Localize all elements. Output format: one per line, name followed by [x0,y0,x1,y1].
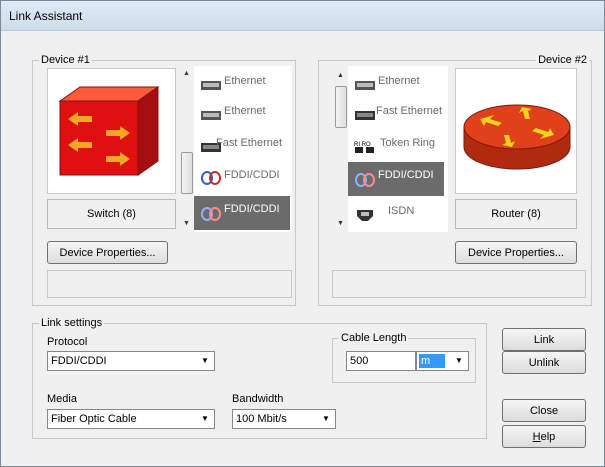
fddi-port-icon [355,173,375,187]
device2-port-item-selected[interactable]: FDDI/CDDI [348,162,444,196]
scroll-thumb[interactable] [335,86,347,128]
device1-image-pane [47,68,176,194]
chevron-down-icon[interactable]: ▼ [451,353,467,369]
fddi-port-icon [201,207,221,221]
link-assistant-window: Link Assistant Device #1 Switch (8) Devi… [0,0,605,467]
cable-unit-select[interactable]: m ▼ [416,351,469,371]
chevron-down-icon[interactable]: ▼ [197,353,213,369]
device2-port-item[interactable]: Fast Ethernet [348,98,444,130]
link-button[interactable]: Link [502,328,586,351]
device1-name: Switch (8) [47,199,176,229]
unlink-button[interactable]: Unlink [502,351,586,374]
device2-image-pane [455,68,577,194]
scroll-down-icon[interactable]: ▼ [183,220,190,227]
device1-status-box [47,270,292,298]
device2-name: Router (8) [455,199,577,229]
device2-port-list[interactable]: ▲ ▼ Ethernet Fast Ethernet RI RO Token R… [334,66,448,232]
token-ring-port-icon: RI RO [354,142,374,153]
device1-port-item[interactable]: Ethernet [194,98,290,130]
device1-legend: Device #1 [39,54,92,66]
device1-port-scrollbar[interactable]: ▲ ▼ [180,66,194,232]
device1-port-item[interactable]: FDDI/CDDI [194,162,290,194]
device2-port-item[interactable]: ISDN [348,198,444,230]
scroll-thumb[interactable] [181,152,193,194]
chevron-down-icon[interactable]: ▼ [318,411,334,427]
scroll-down-icon[interactable]: ▼ [337,220,344,227]
device1-properties-button[interactable]: Device Properties... [47,241,168,264]
scroll-up-icon[interactable]: ▲ [337,72,344,79]
ethernet-port-icon [201,81,221,90]
media-label: Media [47,393,77,405]
device2-status-box [332,270,586,298]
device2-port-item[interactable]: Ethernet [348,68,444,100]
cable-length-legend: Cable Length [339,332,409,344]
bandwidth-label: Bandwidth [232,393,284,405]
ethernet-port-icon [201,111,221,120]
device1-port-item[interactable]: Fast Ethernet [194,130,290,162]
protocol-select[interactable]: FDDI/CDDI ▼ [47,351,215,371]
protocol-label: Protocol [47,336,88,348]
device1-port-list[interactable]: ▲ ▼ Ethernet Ethernet Fast Ethernet FDDI… [180,66,292,232]
device2-legend: Device #2 [536,54,589,66]
scroll-up-icon[interactable]: ▲ [183,70,190,77]
title-bar: Link Assistant [1,1,604,31]
device1-port-item[interactable]: Ethernet [194,68,290,100]
bandwidth-select[interactable]: 100 Mbit/s ▼ [232,409,336,429]
close-button[interactable]: Close [502,399,586,422]
link-settings-legend: Link settings [39,317,105,329]
router-icon [463,104,571,170]
fast-ethernet-port-icon [355,111,375,120]
isdn-port-icon [357,210,373,221]
device2-port-item[interactable]: RI RO Token Ring [348,130,444,162]
switch-icon [58,86,160,176]
cable-unit-value: m [419,354,445,368]
media-select[interactable]: Fiber Optic Cable ▼ [47,409,215,429]
window-title: Link Assistant [9,9,83,23]
chevron-down-icon[interactable]: ▼ [197,411,213,427]
device2-port-scrollbar[interactable]: ▲ ▼ [334,66,348,232]
ethernet-port-icon [355,81,375,90]
device1-port-item-selected[interactable]: FDDI/CDDI [194,196,290,230]
fddi-port-icon [201,171,221,185]
device2-properties-button[interactable]: Device Properties... [455,241,577,264]
help-button[interactable]: Help [502,425,586,448]
cable-length-input[interactable]: 500 [346,351,416,371]
